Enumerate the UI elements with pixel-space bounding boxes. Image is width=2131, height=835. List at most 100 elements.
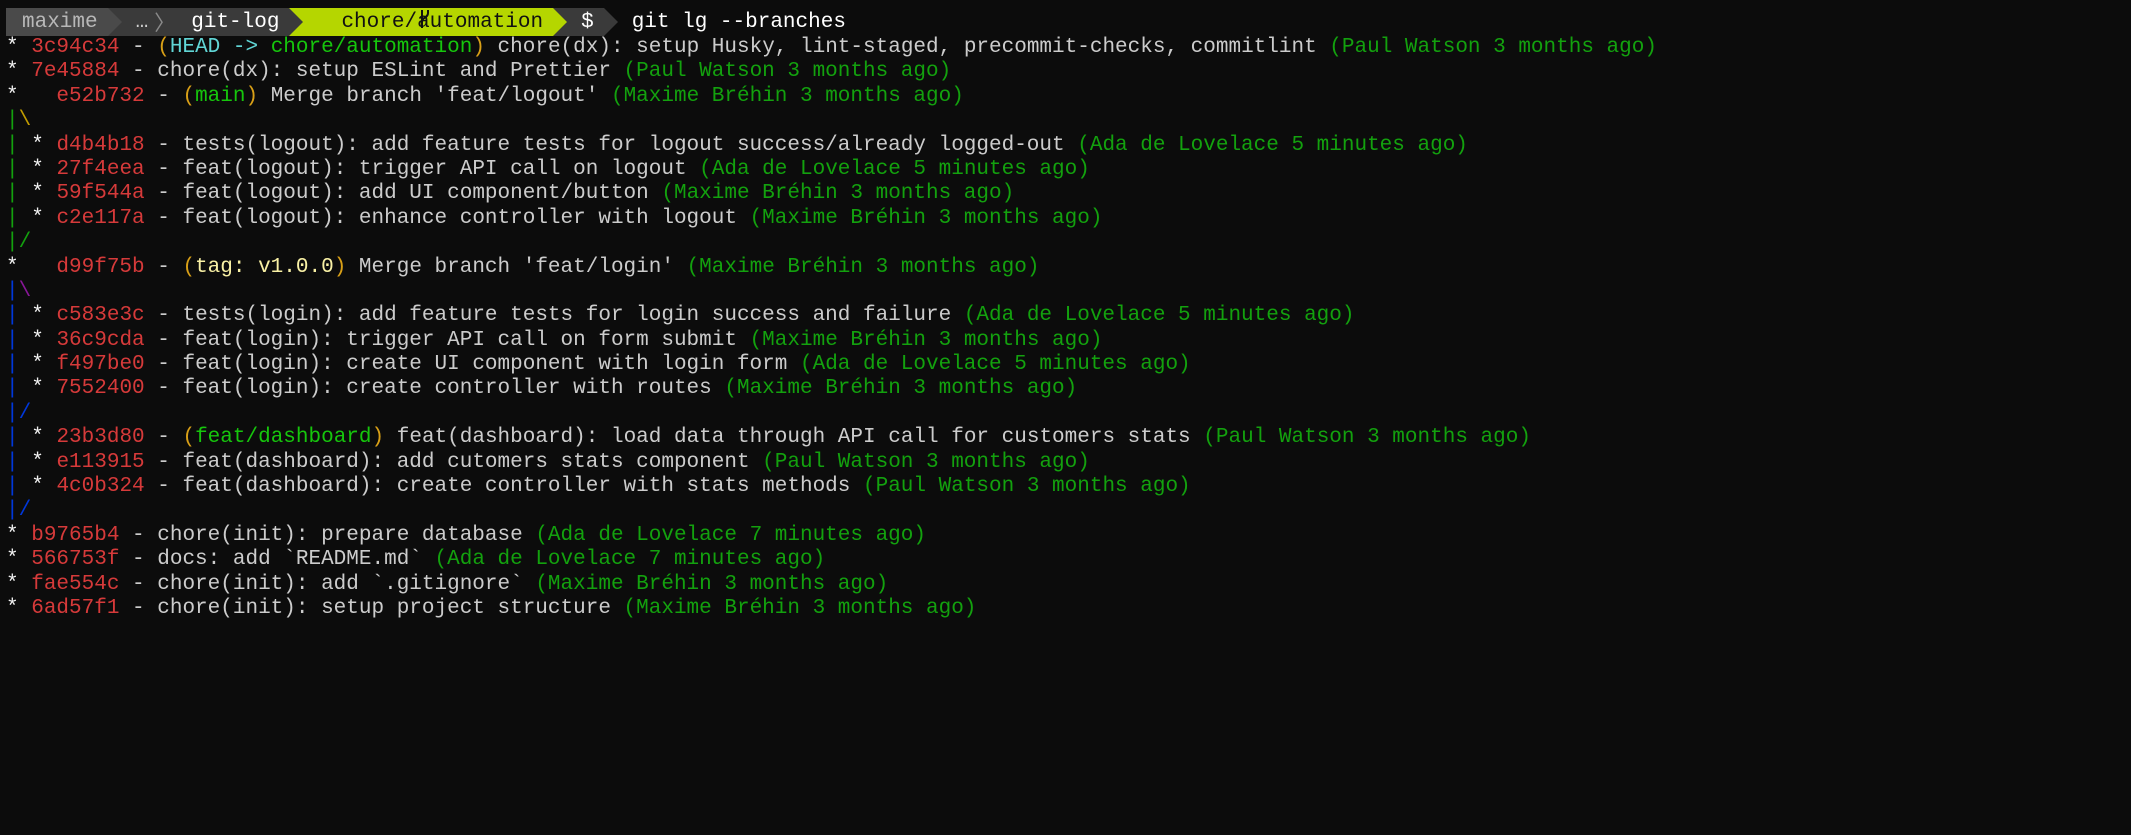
commit-node: *: [31, 182, 44, 206]
commit-hash: 4c0b324: [56, 475, 145, 499]
prompt-line: maxime … 〉 git-log chore/automation $ git…: [6, 8, 2131, 37]
separator: -: [144, 377, 183, 401]
command-text[interactable]: git lg --branches: [618, 11, 846, 34]
commit-hash: f497be0: [56, 353, 145, 377]
graph-space: [19, 451, 32, 474]
separator: -: [144, 182, 183, 206]
separator: -: [119, 572, 158, 596]
graph-space: [44, 353, 57, 376]
commit-author-date: (Ada de Lovelace 7 minutes ago): [434, 548, 826, 572]
commit-row: | * c583e3c - tests(login): add feature …: [6, 304, 2131, 328]
commit-author-date: (Maxime Bréhin 3 months ago): [724, 377, 1078, 401]
graph-space: [44, 182, 57, 205]
commit-author-date: (Maxime Bréhin 3 months ago): [610, 84, 964, 108]
commit-hash: e52b732: [56, 84, 145, 108]
graph-edge: |: [6, 182, 19, 206]
separator: -: [144, 157, 183, 181]
commit-node: *: [6, 572, 19, 596]
commit-node: *: [31, 426, 44, 450]
graph-edge: |: [6, 475, 19, 499]
commit-hash: d99f75b: [56, 255, 145, 279]
commit-message: feat(login): create UI component with lo…: [182, 353, 788, 377]
git-log-output: * 3c94c34 - (HEAD -> chore/automation) c…: [6, 36, 2131, 621]
graph-edge: \: [18, 109, 32, 133]
commit-row: | * 36c9cda - feat(login): trigger API c…: [6, 329, 2131, 353]
graph-edge: |: [6, 109, 19, 133]
commit-node: *: [6, 596, 19, 620]
graph-edge: |: [6, 304, 19, 328]
graph-space: [19, 207, 32, 230]
commit-message: chore(init): prepare database: [157, 523, 523, 547]
prompt-user: maxime: [6, 8, 108, 36]
graph-space: [44, 134, 57, 157]
commit-node: *: [31, 377, 44, 401]
separator: -: [144, 84, 183, 108]
graph-space: [19, 85, 57, 108]
graph-edge: /: [18, 401, 32, 425]
ref-paren-close: ): [472, 36, 485, 59]
commit-author-date: (Maxime Bréhin 3 months ago): [535, 572, 889, 596]
separator: -: [144, 475, 183, 499]
commit-node: *: [31, 133, 44, 157]
ref-paren-open: (: [182, 255, 196, 279]
commit-hash: e113915: [56, 450, 145, 474]
separator: -: [119, 523, 158, 547]
separator: -: [144, 328, 183, 352]
ref-paren-close: ): [371, 426, 385, 450]
graph-space: [44, 377, 57, 400]
commit-hash: d4b4b18: [56, 133, 145, 157]
separator: -: [144, 450, 183, 474]
commit-author-date: (Maxime Bréhin 3 months ago): [749, 206, 1103, 230]
separator: -: [119, 36, 158, 59]
commit-node: *: [31, 206, 44, 230]
ref-paren-open: (: [157, 36, 170, 59]
graph-edge: |: [6, 499, 19, 523]
ref-branch: main: [195, 84, 246, 108]
prompt-directory: git-log: [191, 8, 290, 36]
ref-head: HEAD ->: [169, 36, 271, 59]
graph-edge: |: [6, 133, 19, 157]
git-branch-icon: [317, 0, 430, 60]
commit-author-date: (Ada de Lovelace 5 minutes ago): [963, 304, 1355, 328]
commit-hash: 7e45884: [31, 60, 120, 84]
prompt-separator: [603, 8, 618, 36]
graph-space: [19, 182, 32, 205]
graph-edge: |: [6, 279, 19, 303]
terminal[interactable]: maxime … 〉 git-log chore/automation $ git…: [0, 0, 2131, 621]
graph-space: [19, 426, 32, 449]
commit-author-date: (Maxime Bréhin 3 months ago): [623, 596, 977, 620]
commit-node: *: [31, 353, 44, 377]
commit-node: *: [6, 84, 19, 108]
graph-edge: |: [6, 426, 19, 450]
graph-space: [44, 426, 57, 449]
commit-row: * fae554c - chore(init): add `.gitignore…: [6, 573, 2131, 597]
commit-hash: 566753f: [31, 548, 120, 572]
graph-space: [19, 573, 32, 596]
graph-space: [44, 158, 57, 181]
prompt-separator: [107, 8, 122, 36]
commit-message: tests(login): add feature tests for logi…: [182, 304, 952, 328]
ref-paren-open: (: [182, 84, 196, 108]
graph-edge: /: [18, 499, 32, 523]
commit-hash: c2e117a: [56, 206, 145, 230]
separator: -: [144, 353, 183, 377]
separator: -: [144, 206, 183, 230]
graph-edge: |: [6, 206, 19, 230]
ref-tag: tag: v1.0.0: [195, 255, 334, 279]
path-separator-icon: 〉: [154, 14, 176, 37]
commit-author-date: (Paul Watson 3 months ago): [1203, 426, 1531, 450]
graph-edge: |: [6, 157, 19, 181]
commit-row: | * c2e117a - feat(logout): enhance cont…: [6, 207, 2131, 231]
ref-branch: feat/dashboard: [195, 426, 372, 450]
commit-row: | * e113915 - feat(dashboard): add cutom…: [6, 451, 2131, 475]
